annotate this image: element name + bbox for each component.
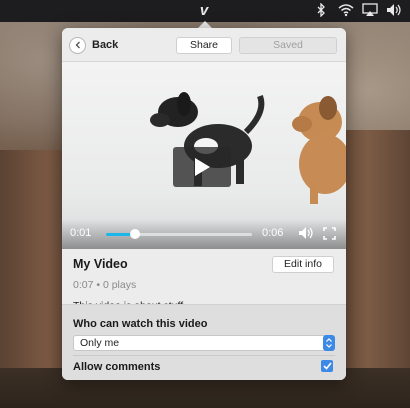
share-button[interactable]: Share (176, 37, 232, 54)
chevron-left-icon (69, 36, 86, 54)
volume-icon[interactable] (298, 226, 314, 245)
allow-comments-checkbox[interactable] (321, 360, 333, 372)
wallpaper-rock-right (340, 130, 410, 408)
edit-info-button[interactable]: Edit info (272, 256, 334, 273)
divider (73, 355, 335, 356)
vimeo-popover: Back Share Saved 0:01 0:06 My Video Edit… (62, 28, 346, 380)
back-button[interactable]: Back (69, 36, 118, 54)
video-player[interactable]: 0:01 0:06 (62, 62, 346, 249)
play-button[interactable] (173, 147, 231, 187)
video-frame-tan-dog (292, 96, 346, 204)
duration: 0:06 (262, 227, 284, 239)
popover-toolbar: Back Share Saved (62, 28, 346, 62)
vimeo-icon[interactable]: v (196, 3, 212, 19)
select-arrows-icon (323, 335, 335, 351)
progress-bar[interactable] (106, 229, 252, 239)
bluetooth-icon[interactable] (316, 2, 326, 19)
video-meta: 0:07 • 0 plays (73, 279, 137, 291)
checkmark-icon (322, 362, 332, 370)
back-label: Back (92, 39, 119, 51)
privacy-select-value: Only me (80, 337, 120, 349)
airplay-icon[interactable] (362, 3, 378, 19)
saved-button: Saved (239, 37, 337, 54)
player-controls: 0:01 0:06 (62, 219, 346, 249)
video-title: My Video (73, 257, 128, 271)
allow-comments-label: Allow comments (73, 361, 161, 373)
menu-bar: v (0, 0, 410, 22)
play-icon (195, 158, 210, 176)
privacy-section: Who can watch this video Only me Allow c… (62, 304, 346, 380)
privacy-select[interactable]: Only me (73, 335, 335, 351)
progress-knob[interactable] (130, 229, 141, 239)
fullscreen-icon[interactable] (323, 227, 336, 245)
current-time: 0:01 (70, 227, 92, 239)
privacy-heading: Who can watch this video (73, 318, 208, 330)
volume-icon[interactable] (386, 3, 402, 19)
wifi-icon[interactable] (338, 3, 354, 19)
